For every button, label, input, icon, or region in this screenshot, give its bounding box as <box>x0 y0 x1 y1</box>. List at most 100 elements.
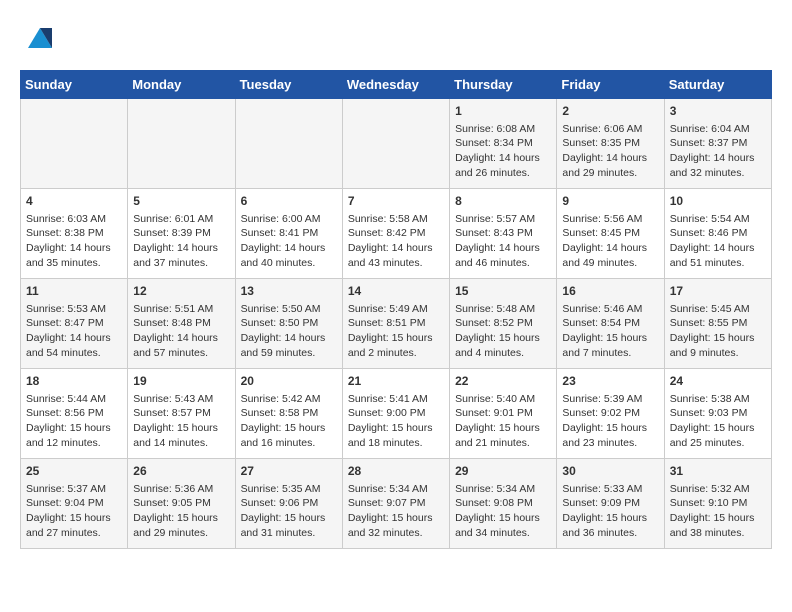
day-info: Daylight: 14 hours <box>241 331 337 346</box>
day-number: 20 <box>241 373 337 390</box>
day-info: Sunrise: 5:36 AM <box>133 482 229 497</box>
day-info: Sunrise: 5:51 AM <box>133 302 229 317</box>
day-info: Sunrise: 5:39 AM <box>562 392 658 407</box>
day-info: Daylight: 15 hours <box>241 421 337 436</box>
day-cell-14: 14Sunrise: 5:49 AMSunset: 8:51 PMDayligh… <box>342 279 449 369</box>
day-cell-2: 2Sunrise: 6:06 AMSunset: 8:35 PMDaylight… <box>557 99 664 189</box>
day-info: Sunset: 8:51 PM <box>348 316 444 331</box>
day-info: and 25 minutes. <box>670 436 766 451</box>
day-info: Sunset: 8:41 PM <box>241 226 337 241</box>
day-info: Daylight: 14 hours <box>455 151 551 166</box>
week-row-3: 11Sunrise: 5:53 AMSunset: 8:47 PMDayligh… <box>21 279 772 369</box>
day-info: Sunrise: 6:01 AM <box>133 212 229 227</box>
day-info: Sunrise: 5:42 AM <box>241 392 337 407</box>
day-info: Sunset: 8:57 PM <box>133 406 229 421</box>
day-info: Sunset: 8:35 PM <box>562 136 658 151</box>
day-info: and 40 minutes. <box>241 256 337 271</box>
day-cell-21: 21Sunrise: 5:41 AMSunset: 9:00 PMDayligh… <box>342 369 449 459</box>
day-info: Sunset: 8:56 PM <box>26 406 122 421</box>
day-number: 28 <box>348 463 444 480</box>
day-info: Sunset: 9:08 PM <box>455 496 551 511</box>
day-number: 4 <box>26 193 122 210</box>
day-number: 1 <box>455 103 551 120</box>
day-info: Daylight: 15 hours <box>455 421 551 436</box>
day-info: Sunset: 8:38 PM <box>26 226 122 241</box>
day-cell-1: 1Sunrise: 6:08 AMSunset: 8:34 PMDaylight… <box>450 99 557 189</box>
day-cell-24: 24 Sunrise: 5:38 AMSunset: 9:03 PMDayligh… <box>664 369 771 459</box>
day-info: Sunset: 9:03 PM <box>670 406 766 421</box>
day-info: Daylight: 15 hours <box>26 421 122 436</box>
day-info: Daylight: 15 hours <box>670 421 766 436</box>
day-info: Sunset: 9:06 PM <box>241 496 337 511</box>
day-info: Sunrise: 5:37 AM <box>26 482 122 497</box>
day-info: and 9 minutes. <box>670 346 766 361</box>
day-info: Daylight: 15 hours <box>562 331 658 346</box>
day-info: and 34 minutes. <box>455 526 551 541</box>
day-info: and 16 minutes. <box>241 436 337 451</box>
day-info: Sunrise: 5:44 AM <box>26 392 122 407</box>
day-number: 19 <box>133 373 229 390</box>
day-number: 25 <box>26 463 122 480</box>
day-cell-29: 29Sunrise: 5:34 AMSunset: 9:08 PMDayligh… <box>450 459 557 549</box>
day-info: and 32 minutes. <box>670 166 766 181</box>
day-info: Sunrise: 5:48 AM <box>455 302 551 317</box>
day-cell-27: 27Sunrise: 5:35 AMSunset: 9:06 PMDayligh… <box>235 459 342 549</box>
day-info: Sunset: 9:00 PM <box>348 406 444 421</box>
day-info: Sunrise: 5:45 AM <box>670 302 766 317</box>
day-number: 17 <box>670 283 766 300</box>
day-info: Sunrise: 6:00 AM <box>241 212 337 227</box>
day-number: 11 <box>26 283 122 300</box>
week-row-4: 18Sunrise: 5:44 AMSunset: 8:56 PMDayligh… <box>21 369 772 459</box>
day-info: Sunrise: 5:56 AM <box>562 212 658 227</box>
day-number: 22 <box>455 373 551 390</box>
day-info: Sunset: 8:34 PM <box>455 136 551 151</box>
day-info: and 26 minutes. <box>455 166 551 181</box>
day-info: Sunset: 8:42 PM <box>348 226 444 241</box>
day-info: and 21 minutes. <box>455 436 551 451</box>
day-info: Sunrise: 5:50 AM <box>241 302 337 317</box>
day-cell-16: 16Sunrise: 5:46 AMSunset: 8:54 PMDayligh… <box>557 279 664 369</box>
day-info: and 2 minutes. <box>348 346 444 361</box>
day-info: and 27 minutes. <box>26 526 122 541</box>
day-cell-23: 23Sunrise: 5:39 AMSunset: 9:02 PMDayligh… <box>557 369 664 459</box>
day-cell-30: 30Sunrise: 5:33 AMSunset: 9:09 PMDayligh… <box>557 459 664 549</box>
day-info: Sunset: 9:10 PM <box>670 496 766 511</box>
day-number: 26 <box>133 463 229 480</box>
header-cell-wednesday: Wednesday <box>342 71 449 99</box>
calendar-table: SundayMondayTuesdayWednesdayThursdayFrid… <box>20 70 772 549</box>
day-number: 30 <box>562 463 658 480</box>
day-info: and 14 minutes. <box>133 436 229 451</box>
day-info: Daylight: 15 hours <box>348 511 444 526</box>
day-info: Sunset: 8:50 PM <box>241 316 337 331</box>
day-info: Sunset: 9:05 PM <box>133 496 229 511</box>
header-cell-sunday: Sunday <box>21 71 128 99</box>
day-info: Sunrise: 6:06 AM <box>562 122 658 137</box>
empty-cell <box>342 99 449 189</box>
day-info: Sunset: 8:37 PM <box>670 136 766 151</box>
day-cell-18: 18 Sunrise: 5:44 AMSunset: 8:56 PMDayligh… <box>21 369 128 459</box>
calendar-body: 1Sunrise: 6:08 AMSunset: 8:34 PMDaylight… <box>21 99 772 549</box>
day-info: Daylight: 14 hours <box>562 241 658 256</box>
day-info: Sunset: 9:01 PM <box>455 406 551 421</box>
day-info: Daylight: 15 hours <box>241 511 337 526</box>
day-info: Sunrise: 5:40 AM <box>455 392 551 407</box>
day-number: 24 <box>670 373 766 390</box>
day-info: Sunrise: 5:38 AM <box>670 392 766 407</box>
day-number: 18 <box>26 373 122 390</box>
day-info: Sunset: 8:58 PM <box>241 406 337 421</box>
day-info: Daylight: 14 hours <box>133 331 229 346</box>
day-cell-17: 17Sunrise: 5:45 AMSunset: 8:55 PMDayligh… <box>664 279 771 369</box>
header-cell-thursday: Thursday <box>450 71 557 99</box>
day-cell-28: 28Sunrise: 5:34 AMSunset: 9:07 PMDayligh… <box>342 459 449 549</box>
empty-cell <box>235 99 342 189</box>
day-info: and 18 minutes. <box>348 436 444 451</box>
day-info: Daylight: 15 hours <box>133 421 229 436</box>
day-info: and 49 minutes. <box>562 256 658 271</box>
day-number: 6 <box>241 193 337 210</box>
day-info: Daylight: 15 hours <box>348 421 444 436</box>
day-info: Daylight: 15 hours <box>562 511 658 526</box>
day-cell-15: 15Sunrise: 5:48 AMSunset: 8:52 PMDayligh… <box>450 279 557 369</box>
empty-cell <box>21 99 128 189</box>
day-info: Daylight: 15 hours <box>455 331 551 346</box>
week-row-5: 25Sunrise: 5:37 AMSunset: 9:04 PMDayligh… <box>21 459 772 549</box>
